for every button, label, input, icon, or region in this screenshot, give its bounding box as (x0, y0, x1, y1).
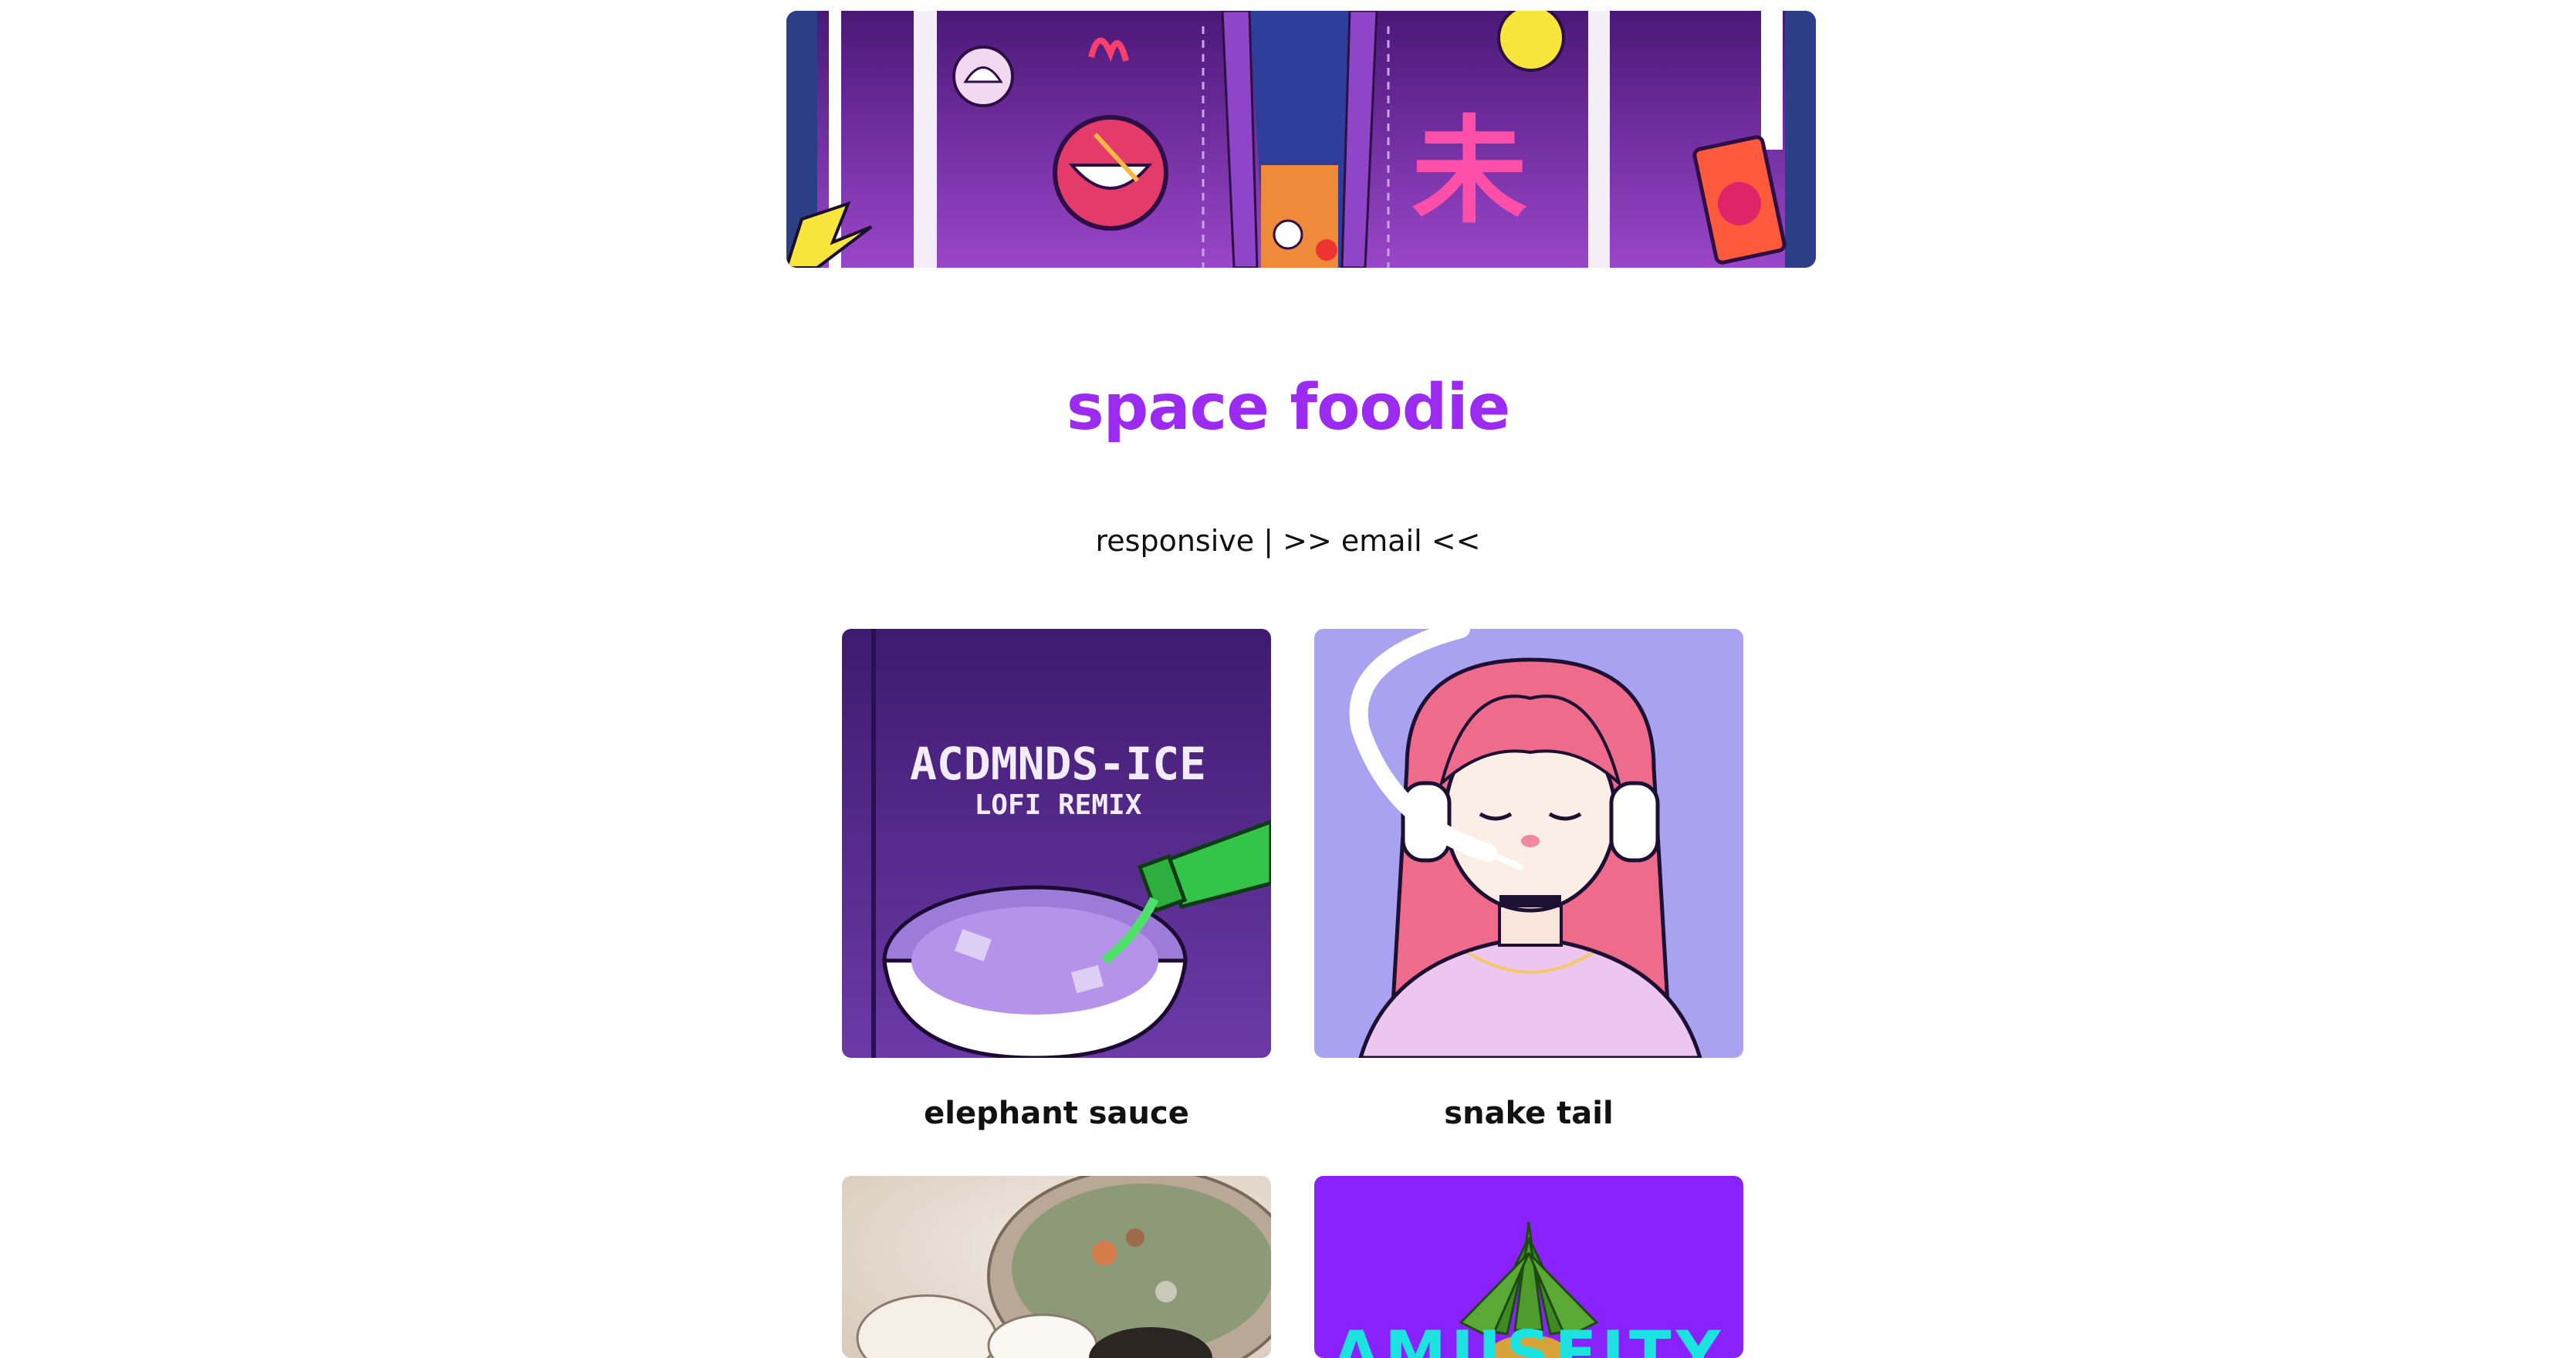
album-title[interactable]: elephant sauce (842, 1098, 1271, 1129)
album-cover[interactable]: ACDMNDS-ICE LOFI REMIX (842, 629, 1271, 1058)
hero-banner: 未 (786, 11, 1816, 268)
responsive-link[interactable]: responsive (1096, 524, 1255, 558)
album-cover[interactable] (842, 1176, 1271, 1358)
cover-title: ACDMNDS-ICE (910, 738, 1206, 790)
hero-illustration: 未 (786, 11, 1816, 268)
album-card[interactable] (842, 1176, 1271, 1358)
album-card[interactable]: ACDMNDS-ICE LOFI REMIX elephant sauce (842, 629, 1271, 1138)
cover-illustration-soda-bowl: ACDMNDS-ICE LOFI REMIX (842, 629, 1271, 1058)
cover-illustration-girl-headphones (1314, 629, 1743, 1058)
cover-subtitle: LOFI REMIX (975, 789, 1142, 821)
cover-illustration-pineapple: AMUSEITY (1314, 1176, 1743, 1358)
cover-title: AMUSEITY (1332, 1318, 1725, 1358)
album-card[interactable]: snake tail (1314, 629, 1743, 1138)
page-title: space foodie (1066, 371, 1510, 444)
cover-illustration-food-bowls (842, 1176, 1271, 1358)
album-cover[interactable] (1314, 629, 1743, 1058)
album-card[interactable]: AMUSEITY (1314, 1176, 1743, 1358)
email-link[interactable]: >> email << (1283, 524, 1480, 558)
album-cover[interactable]: AMUSEITY (1314, 1176, 1743, 1358)
subnav: responsive | >> email << (0, 526, 2576, 556)
album-title[interactable]: snake tail (1314, 1098, 1743, 1129)
hero-kanji: 未 (1411, 105, 1527, 239)
nav-separator: | (1254, 524, 1283, 558)
